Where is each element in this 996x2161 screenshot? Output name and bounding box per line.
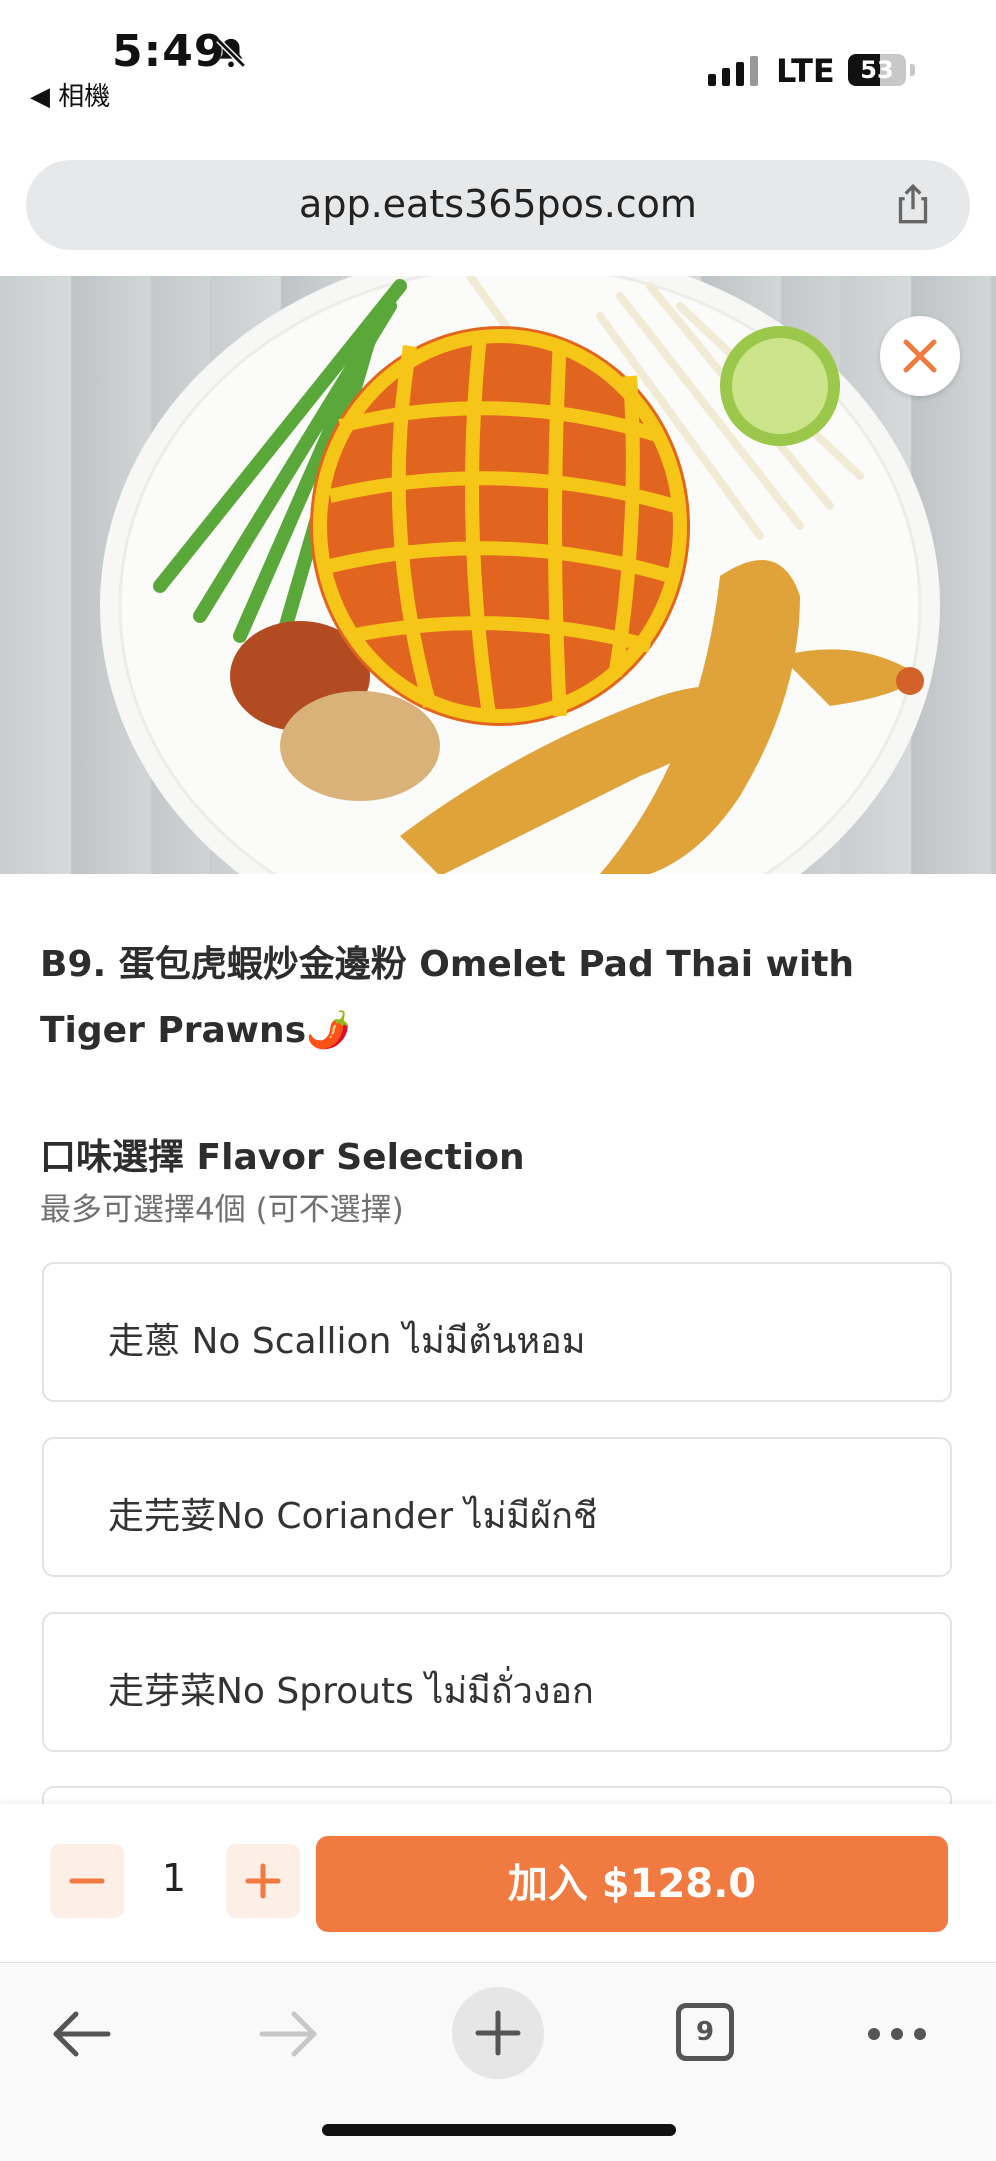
forward-arrow-icon	[259, 2011, 317, 2057]
close-icon	[903, 339, 937, 373]
modifier-option-label: 走芽菜No Sprouts ไม่มีถั่วงอก	[108, 1671, 594, 1712]
home-indicator[interactable]	[322, 2124, 676, 2136]
pad-thai-illustration	[100, 276, 940, 874]
close-button[interactable]	[880, 316, 960, 396]
modifier-group-title: 口味選擇 Flavor Selection	[40, 1137, 525, 1178]
plus-icon	[475, 2010, 521, 2056]
new-tab-button[interactable]	[452, 1987, 544, 2079]
address-bar[interactable]: app.eats365pos.com	[26, 160, 970, 250]
back-to-app-link[interactable]: ◀ 相機	[30, 76, 110, 113]
battery-level: 53	[860, 56, 894, 84]
status-bar: 5:49 ◀ 相機 LTE 53	[0, 0, 996, 150]
item-title: B9. 蛋包虎蝦炒金邊粉 Omelet Pad Thai with Tiger …	[40, 944, 855, 1051]
modifier-option-label: 走芫荽No Coriander ไม่มีผักชี	[108, 1496, 598, 1537]
order-bar: 1 加入 $128.0	[0, 1804, 996, 1960]
back-arrow-icon	[53, 2011, 111, 2057]
minus-icon	[69, 1878, 105, 1884]
more-menu-button[interactable]	[852, 1989, 942, 2079]
network-type: LTE	[776, 52, 835, 90]
tabs-button[interactable]: 9	[676, 2003, 734, 2061]
add-to-cart-button[interactable]: 加入 $128.0	[316, 1836, 948, 1932]
increase-quantity-button[interactable]	[226, 1844, 300, 1918]
share-icon[interactable]	[888, 180, 938, 234]
modifier-option-label: 走蔥 No Scallion ไม่มีต้นหอม	[108, 1321, 586, 1362]
battery-icon: 53	[848, 54, 906, 86]
modifier-option-no-sprouts[interactable]: 走芽菜No Sprouts ไม่มีถั่วงอก	[42, 1612, 952, 1752]
quantity-value: 1	[161, 1856, 187, 1900]
modifier-group-subtitle: 最多可選擇4個 (可不選擇)	[40, 1192, 404, 1228]
status-time: 5:49	[112, 26, 226, 77]
back-button[interactable]	[36, 1989, 126, 2079]
more-icon	[868, 2028, 926, 2040]
modifier-option-no-scallion[interactable]: 走蔥 No Scallion ไม่มีต้นหอม	[42, 1262, 952, 1402]
forward-button[interactable]	[244, 1989, 334, 2079]
signal-icon	[708, 56, 758, 86]
plus-icon	[245, 1863, 281, 1899]
battery-tip	[910, 64, 915, 76]
silent-bell-icon	[214, 36, 248, 74]
url-text[interactable]: app.eats365pos.com	[26, 182, 970, 226]
modifier-option-no-coriander[interactable]: 走芫荽No Coriander ไม่มีผักชี	[42, 1437, 952, 1577]
decrease-quantity-button[interactable]	[50, 1844, 124, 1918]
item-image	[0, 276, 996, 874]
